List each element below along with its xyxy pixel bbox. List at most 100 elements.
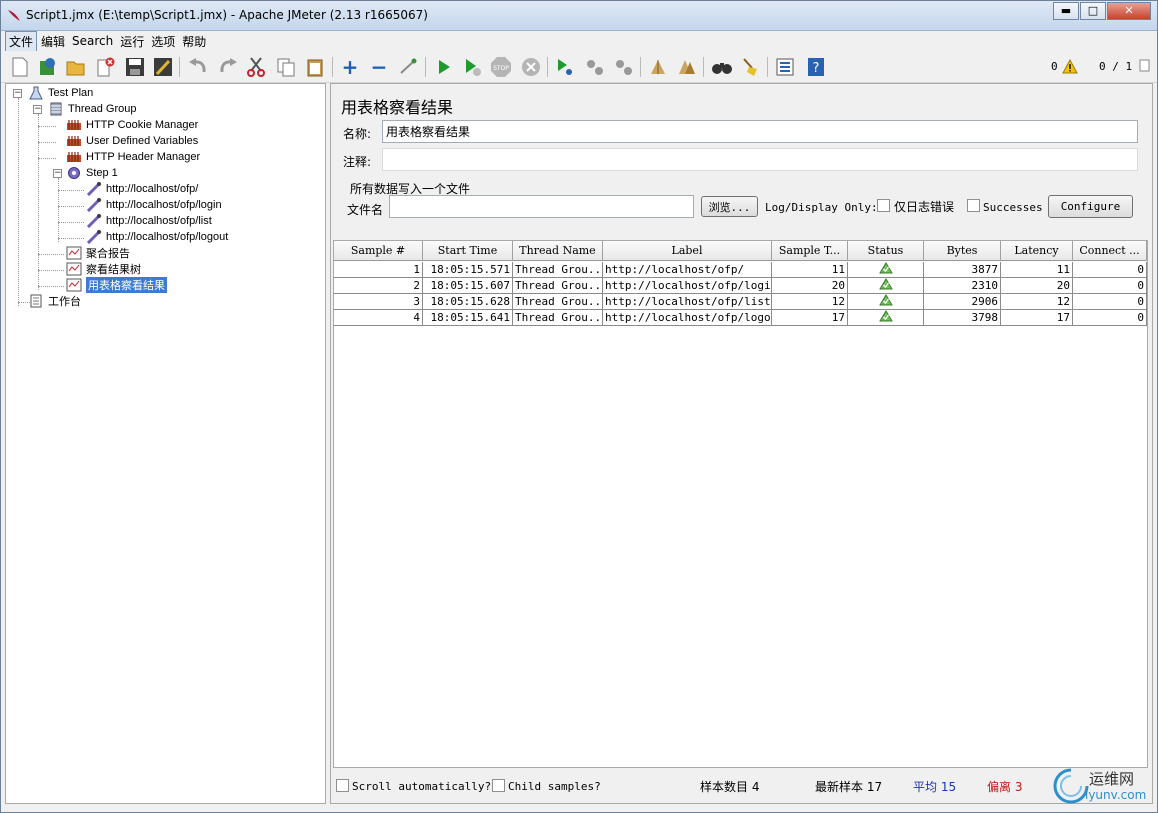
tree-item-cookie-manager[interactable]: HTTP Cookie Manager <box>66 117 198 133</box>
scroll-automatically-checkbox[interactable] <box>336 779 349 792</box>
paste-icon[interactable] <box>304 56 326 78</box>
column-header[interactable]: Label <box>603 241 772 261</box>
table-row[interactable]: 3 18:05:15.628 Thread Grou... http://loc… <box>334 294 1147 310</box>
child-samples-label: Child samples? <box>508 780 601 793</box>
toolbar-separator <box>640 57 641 77</box>
write-results-to-file-group: 所有数据写入一个文件 文件名 浏览... Log/Display Only: 仅… <box>341 180 1137 224</box>
tree-item-listener[interactable]: 察看结果树 <box>66 261 141 277</box>
tree-item-listener-selected[interactable]: 用表格察看结果 <box>66 277 167 293</box>
tree-item-sampler[interactable]: http://localhost/ofp/list <box>86 213 212 229</box>
menu-options[interactable]: 选项 <box>148 32 178 51</box>
menu-file[interactable]: 文件 <box>5 30 38 52</box>
expand-all-icon[interactable]: + <box>339 55 361 79</box>
jmeter-feather-icon <box>8 10 20 21</box>
table-row[interactable]: 2 18:05:15.607 Thread Grou... http://loc… <box>334 278 1147 294</box>
tree-item-sampler[interactable]: http://localhost/ofp/logout <box>86 229 228 245</box>
tree-item-workbench[interactable]: 工作台 <box>28 293 81 309</box>
remote-start-icon[interactable] <box>554 56 576 78</box>
tree-item-label: Step 1 <box>86 167 118 179</box>
column-header[interactable]: Status <box>848 241 924 261</box>
thread-group-spool-icon <box>50 102 62 116</box>
save-icon[interactable] <box>124 56 146 78</box>
shutdown-icon[interactable] <box>520 56 542 78</box>
comment-field[interactable] <box>382 148 1138 171</box>
name-field[interactable]: 用表格察看结果 <box>382 120 1138 143</box>
redo-icon[interactable] <box>217 56 239 78</box>
column-header[interactable]: Sample T... <box>772 241 848 261</box>
copy-icon[interactable] <box>275 56 297 78</box>
column-header[interactable]: Thread Name <box>513 241 603 261</box>
templates-icon[interactable] <box>37 56 59 78</box>
tree-connector <box>18 98 19 306</box>
collapse-toggle[interactable]: − <box>53 169 62 178</box>
start-no-pause-icon[interactable] <box>462 56 484 78</box>
menu-run[interactable]: 运行 <box>117 32 147 51</box>
column-header[interactable]: Connect ... <box>1073 241 1147 261</box>
function-helper-icon[interactable] <box>774 56 796 78</box>
tree-item-thread-group[interactable]: Thread Group <box>48 101 136 117</box>
open-icon[interactable] <box>65 56 87 78</box>
column-header[interactable]: Sample # <box>334 241 423 261</box>
stop-icon[interactable]: STOP <box>490 56 512 78</box>
toggle-icon[interactable] <box>397 56 419 78</box>
config-element-icon <box>67 152 81 162</box>
successes-checkbox[interactable] <box>967 199 980 212</box>
undo-icon[interactable] <box>187 56 209 78</box>
close-button[interactable]: ✕ <box>1107 2 1151 20</box>
tree-item-step-1[interactable]: Step 1 <box>66 165 118 181</box>
reset-search-broom-icon[interactable] <box>740 56 762 78</box>
errors-only-checkbox[interactable] <box>877 199 890 212</box>
minimize-button[interactable]: ▬ <box>1053 2 1079 20</box>
clear-all-icon[interactable] <box>676 56 698 78</box>
tree-item-sampler[interactable]: http://localhost/ofp/login <box>86 197 222 213</box>
cell-sample-time: 17 <box>772 310 848 326</box>
collapse-toggle[interactable]: − <box>33 105 42 114</box>
collapse-toggle[interactable]: − <box>13 89 22 98</box>
start-icon[interactable] <box>433 56 455 78</box>
test-plan-tree: − − − Test Plan Thread Group HTTP Cookie… <box>5 83 326 804</box>
tree-item-header-manager[interactable]: HTTP Header Manager <box>66 149 200 165</box>
table-row[interactable]: 4 18:05:15.641 Thread Grou... http://loc… <box>334 310 1147 326</box>
success-status-icon <box>878 310 893 322</box>
column-header[interactable]: Bytes <box>924 241 1001 261</box>
tree-item-test-plan[interactable]: Test Plan <box>28 85 93 101</box>
maximize-button[interactable]: □ <box>1080 2 1106 20</box>
remote-stop-icon[interactable] <box>584 56 606 78</box>
cut-icon[interactable] <box>245 56 267 78</box>
tree-item-listener[interactable]: 聚合报告 <box>66 245 130 261</box>
table-row[interactable]: 1 18:05:15.571 Thread Grou... http://loc… <box>334 262 1147 278</box>
tree-item-label: Test Plan <box>48 87 94 99</box>
menu-bar: 文件 编辑 Search 运行 选项 帮助 <box>1 30 1157 52</box>
status-indicator-icon <box>1139 59 1150 72</box>
menu-edit[interactable]: 编辑 <box>38 32 68 51</box>
filename-field[interactable] <box>389 195 694 218</box>
tree-item-label: User Defined Variables <box>86 135 199 147</box>
tree-connector <box>38 114 39 290</box>
title-bar[interactable]: Script1.jmx (E:\temp\Script1.jmx) - Apac… <box>1 1 1157 31</box>
tree-item-label: http://localhost/ofp/ <box>106 183 199 195</box>
tree-item-user-defined-variables[interactable]: User Defined Variables <box>66 133 198 149</box>
save-as-icon[interactable] <box>152 56 174 78</box>
remote-shutdown-icon[interactable] <box>613 56 635 78</box>
browse-button[interactable]: 浏览... <box>701 196 758 217</box>
toolbar-separator <box>332 57 333 77</box>
configure-button[interactable]: Configure <box>1048 195 1133 218</box>
collapse-all-icon[interactable]: − <box>368 55 390 79</box>
tree-item-sampler[interactable]: http://localhost/ofp/ <box>86 181 198 197</box>
menu-help[interactable]: 帮助 <box>179 32 209 51</box>
column-header[interactable]: Latency <box>1001 241 1073 261</box>
new-icon[interactable] <box>9 56 31 78</box>
warning-icon[interactable] <box>1062 59 1078 74</box>
tree-item-label: http://localhost/ofp/login <box>106 199 222 211</box>
cell-connect: 0 <box>1073 278 1147 294</box>
clear-icon[interactable] <box>647 56 669 78</box>
cell-sample-time: 11 <box>772 262 848 278</box>
watermark-logo: 运维网 iyunv.com <box>1051 766 1151 806</box>
binoculars-search-icon[interactable] <box>711 56 733 78</box>
column-header[interactable]: Start Time <box>423 241 513 261</box>
menu-search[interactable]: Search <box>69 33 116 49</box>
success-status-icon <box>878 294 893 306</box>
child-samples-checkbox[interactable] <box>492 779 505 792</box>
help-icon[interactable]: ? <box>805 56 827 78</box>
close-file-icon[interactable] <box>95 56 117 78</box>
